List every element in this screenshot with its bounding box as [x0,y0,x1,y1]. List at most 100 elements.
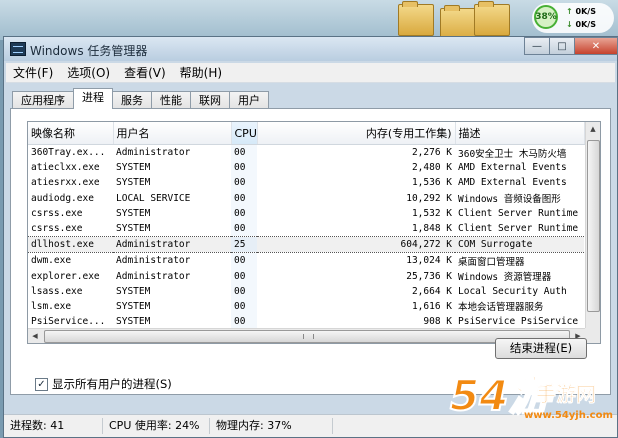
process-list[interactable]: 映像名称 用户名 CPU 内存(专用工作集) 描述 360Tray.ex... A… [27,121,601,344]
process-description: 桌面窗口管理器 [458,256,525,268]
end-process-button[interactable]: 结束进程(E) [495,338,587,359]
process-cpu: 00 [231,298,257,315]
table-row[interactable]: atieclxx.exe SYSTEM 00 2,480 K AMD External … [28,160,584,176]
table-row[interactable]: 360Tray.ex... Administrator 00 2,276 K 360安全… [28,144,584,161]
process-description: AMD External Events [458,177,567,189]
show-all-users-checkbox[interactable]: ✓ 显示所有用户的进程(S) [35,376,172,392]
menu-options[interactable]: 选项(O) [60,64,117,81]
scroll-up-icon[interactable]: ▲ [586,122,600,137]
tab-applications[interactable]: 应用程序 [12,91,74,109]
table-row[interactable]: PsiService... SYSTEM 00 908 K PsiService Psi… [28,314,584,330]
process-memory: 13,024 K [406,255,452,267]
close-button[interactable]: ✕ [574,37,618,55]
process-cpu: 00 [231,160,257,176]
table-row[interactable]: dllhost.exe Administrator 25 604,272 K COM S… [28,236,584,254]
arrow-down-icon: ↓ [566,20,573,29]
process-image-name: explorer.exe [31,270,100,282]
process-cpu: 00 [231,175,257,191]
tab-strip: 应用程序 进程 服务 性能 联网 用户 [12,88,269,109]
download-speed: ↓ 0K/S [566,20,596,29]
process-user-name: SYSTEM [116,223,151,235]
process-memory: 604,272 K [257,236,455,254]
process-image-name: lsass.exe [31,285,83,297]
table-row[interactable]: lsass.exe SYSTEM 00 2,664 K Local Security A… [28,283,584,299]
minimize-button[interactable]: — [524,37,550,55]
process-user-name: SYSTEM [116,177,151,189]
tab-performance[interactable]: 性能 [151,91,191,109]
show-all-users-label: 显示所有用户的进程(S) [52,377,172,391]
process-memory: 1,532 K [411,207,452,219]
column-header-cpu[interactable]: CPU [231,122,258,145]
tab-processes[interactable]: 进程 [73,88,113,109]
status-process-count: 进程数: 41 [4,418,103,434]
process-memory: 10,292 K [406,192,452,204]
process-cpu: 00 [231,283,257,299]
desktop-folder-icon[interactable] [474,1,510,36]
vertical-scroll-thumb[interactable] [587,140,600,312]
table-row[interactable]: dwm.exe Administrator 00 13,024 K 桌面窗口管理器 [28,252,584,269]
table-row[interactable]: explorer.exe Administrator 00 25,736 K Windo… [28,268,584,284]
process-user-name: SYSTEM [116,162,151,174]
window-controls: — □ ✕ [524,37,618,55]
table-row[interactable]: csrss.exe SYSTEM 00 1,848 K Client Server Ru… [28,220,584,237]
menu-file[interactable]: 文件(F) [6,64,60,81]
process-user-name: LOCAL SERVICE [116,192,191,204]
table-row[interactable]: csrss.exe SYSTEM 00 1,532 K Client Server Ru… [28,205,584,221]
task-manager-icon [10,42,26,56]
scroll-left-icon[interactable]: ◀ [28,329,42,343]
process-image-name: audiodg.exe [31,192,94,204]
process-user-name: SYSTEM [116,207,151,219]
process-memory: 2,480 K [411,162,452,174]
column-header-memory[interactable]: 内存(专用工作集) [257,122,456,145]
task-manager-window: Windows 任务管理器 — □ ✕ 文件(F) 选项(O) 查看(V) 帮助… [3,36,618,438]
maximize-button[interactable]: □ [549,37,575,55]
checkbox-box[interactable]: ✓ [35,377,48,391]
menu-view[interactable]: 查看(V) [117,64,173,81]
desktop-folder-icon[interactable] [398,1,434,36]
column-header-user-name[interactable]: 用户名 [113,122,232,145]
process-description: Client Server Runtime [458,207,579,219]
process-image-name: atiesrxx.exe [31,177,100,189]
process-description: Local Security Auth [458,285,567,297]
tab-users[interactable]: 用户 [229,91,269,109]
process-description: Client Server Runtime [458,223,579,235]
tab-services[interactable]: 服务 [112,91,152,109]
process-memory: 1,616 K [411,300,452,312]
process-memory: 25,736 K [406,270,452,282]
process-cpu: 00 [231,144,257,161]
process-image-name: PsiService... [31,316,106,328]
horizontal-scroll-thumb[interactable] [44,330,570,343]
scrollbar-corner [585,328,600,343]
grip-icon [303,334,314,339]
process-image-name: atieclxx.exe [31,162,100,174]
tab-networking[interactable]: 联网 [190,91,230,109]
download-speed-value: 0K/S [575,20,596,29]
process-description: PsiService PsiService [458,316,579,328]
menu-help[interactable]: 帮助(H) [173,64,229,81]
process-description: 本地会话管理器服务 [458,302,544,314]
column-header-image-name[interactable]: 映像名称 [28,122,114,145]
table-row[interactable]: audiodg.exe LOCAL SERVICE 00 10,292 K Window… [28,190,584,206]
menu-bar: 文件(F) 选项(O) 查看(V) 帮助(H) [6,63,615,83]
process-cpu: 25 [231,236,257,254]
table-row[interactable]: lsm.exe SYSTEM 00 1,616 K 本地会话管理器服务 [28,298,584,315]
column-header-description[interactable]: 描述 [455,122,585,145]
process-user-name: SYSTEM [116,285,151,297]
upload-speed: ↑ 0K/S [566,7,596,16]
process-image-name: 360Tray.ex... [31,147,106,159]
process-memory: 908 K [423,316,452,328]
table-row[interactable]: atiesrxx.exe SYSTEM 00 1,536 K AMD External … [28,175,584,191]
vertical-scrollbar[interactable]: ▲ ▼ [585,122,600,343]
process-user-name: SYSTEM [116,300,151,312]
network-speed-widget[interactable]: 38% ↑ 0K/S ↓ 0K/S [532,3,614,33]
process-image-name: dllhost.exe [28,236,113,254]
process-memory: 2,664 K [411,285,452,297]
close-icon: ✕ [591,40,601,52]
process-cpu: 00 [231,252,257,269]
process-cpu: 00 [231,205,257,221]
process-cpu: 00 [231,190,257,206]
title-bar[interactable]: Windows 任务管理器 — □ ✕ [4,37,618,61]
process-cpu: 00 [231,220,257,237]
process-memory: 2,276 K [411,147,452,159]
process-memory: 1,848 K [411,223,452,235]
